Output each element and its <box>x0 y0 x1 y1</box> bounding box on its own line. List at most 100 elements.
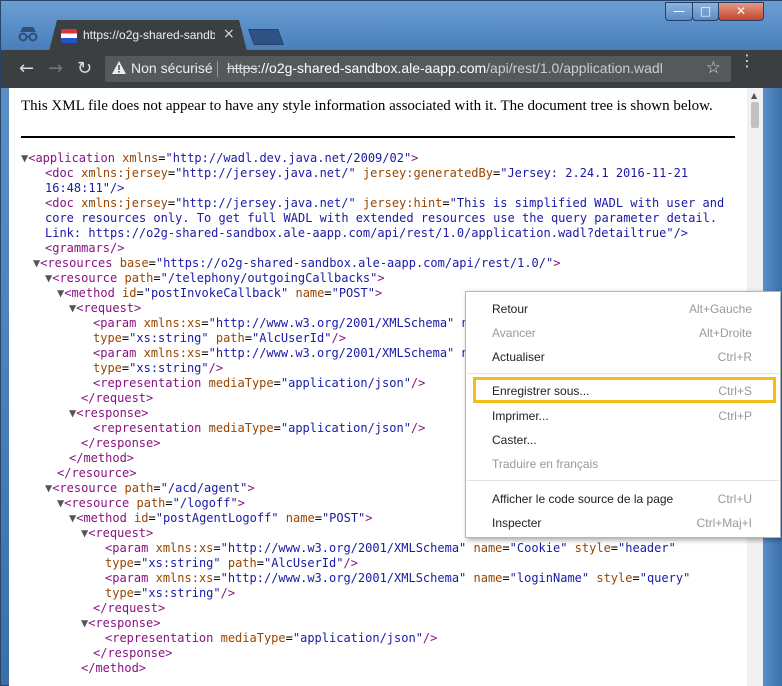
xml-line-text: <param xmlns:xs="http://www.w3.org/2001/… <box>93 316 469 330</box>
close-window-button[interactable]: ✕ <box>718 2 764 21</box>
forward-icon[interactable]: → <box>48 58 63 79</box>
xml-line-text: <representation mediaType="application/j… <box>105 631 438 645</box>
xml-line-text: <resource path="/logoff"> <box>64 496 245 510</box>
xml-line: core resources only. To get full WADL wi… <box>21 211 724 226</box>
xml-line: <param xmlns:xs="http://www.w3.org/2001/… <box>21 571 724 586</box>
xml-line: </response> <box>21 646 724 661</box>
xml-line-text: <representation mediaType="application/j… <box>93 376 426 390</box>
xml-info-message: This XML file does not appear to have an… <box>21 98 713 114</box>
new-tab-button[interactable] <box>248 29 284 45</box>
xml-line-text: </request> <box>93 601 166 615</box>
xml-line-text: <request> <box>76 301 142 315</box>
xml-line-text: <resource path="/acd/agent"> <box>52 481 255 495</box>
tab-active[interactable]: https://o2g-shared-sandbox × <box>49 20 247 51</box>
xml-line-text: <application xmlns="http://wadl.dev.java… <box>28 151 419 165</box>
xml-line: 16:48:11"/> <box>21 181 724 196</box>
xml-line-text: type="xs:string" path="AlcUserId"/> <box>105 556 358 570</box>
xml-line: </request> <box>21 601 724 616</box>
context-menu-shortcut: Ctrl+Maj+I <box>696 516 752 530</box>
context-menu-item: Avancer <box>492 326 536 340</box>
xml-line-text: </method> <box>81 661 147 675</box>
incognito-icon <box>18 27 38 42</box>
toolbar: ← → ↻ Non sécurisé https://o2g-shared-sa… <box>1 50 782 88</box>
xml-line-text: <param xmlns:xs="http://www.w3.org/2001/… <box>105 541 676 555</box>
context-menu-item[interactable]: Actualiser <box>492 350 545 364</box>
context-menu-item[interactable]: Caster... <box>492 433 537 447</box>
context-menu-item: Traduire en français <box>492 457 599 471</box>
xml-line-text: type="xs:string"/> <box>93 361 224 375</box>
xml-line-text: <method id="postAgentLogoff" name="POST"… <box>76 511 373 525</box>
xml-line-text: <resources base="https://o2g-shared-sand… <box>40 256 561 270</box>
minimize-button[interactable]: — <box>665 2 693 21</box>
context-menu-shortcut: Ctrl+S <box>718 384 752 398</box>
xml-line: Link: https://o2g-shared-sandbox.ale-aap… <box>21 226 724 241</box>
xml-line: ▼<application xmlns="http://wadl.dev.jav… <box>21 151 724 166</box>
xml-line-text: <representation mediaType="application/j… <box>93 421 426 435</box>
context-menu-shortcut: Ctrl+P <box>718 409 752 423</box>
xml-line: ▼<resources base="https://o2g-shared-san… <box>21 256 724 271</box>
xml-line: <representation mediaType="application/j… <box>21 631 724 646</box>
scrollbar-thumb[interactable] <box>751 102 759 128</box>
maximize-button[interactable]: □ <box>692 2 719 21</box>
context-menu-separator <box>467 373 779 374</box>
context-menu-item[interactable]: Retour <box>492 302 528 316</box>
xml-line: </method> <box>21 661 724 676</box>
tab-strip: https://o2g-shared-sandbox × — □ ✕ <box>1 1 782 51</box>
context-menu-separator <box>467 480 779 481</box>
chrome-menu-icon[interactable]: ⋮ <box>739 53 755 69</box>
url-path: /api/rest/1.0/application.wadl <box>486 60 663 76</box>
xml-line-text: <response> <box>76 406 149 420</box>
xml-line-text: 16:48:11"/> <box>45 181 125 195</box>
context-menu-shortcut: Alt+Droite <box>698 326 752 340</box>
context-menu-shortcut: Ctrl+U <box>717 492 752 506</box>
reload-icon[interactable]: ↻ <box>77 58 92 79</box>
bookmark-star-icon[interactable]: ☆ <box>706 58 721 78</box>
xml-line: ▼<response> <box>21 616 724 631</box>
xml-line: <param xmlns:xs="http://www.w3.org/2001/… <box>21 541 724 556</box>
url-text[interactable]: https://o2g-shared-sandbox.ale-aapp.com/… <box>227 60 663 76</box>
warning-icon[interactable] <box>111 60 127 76</box>
xml-line-text: <param xmlns:xs="http://www.w3.org/2001/… <box>105 571 691 585</box>
xml-line-text: <param xmlns:xs="http://www.w3.org/2001/… <box>93 346 469 360</box>
url-host: ://o2g-shared-sandbox.ale-aapp.com <box>257 60 487 76</box>
xml-line-text: </method> <box>69 451 135 465</box>
tab-title: https://o2g-shared-sandbox <box>83 28 215 42</box>
xml-line-text: </response> <box>81 436 161 450</box>
context-menu-item[interactable]: Inspecter <box>492 516 541 530</box>
browser-window: https://o2g-shared-sandbox × — □ ✕ ← → ↻… <box>0 0 782 686</box>
xml-line-text: <doc xmlns:jersey="http://jersey.java.ne… <box>45 196 725 210</box>
tab-close-icon[interactable]: × <box>223 26 235 42</box>
favicon-icon <box>61 29 77 43</box>
xml-line-text: Link: https://o2g-shared-sandbox.ale-aap… <box>45 226 689 240</box>
context-menu-shortcut: Ctrl+R <box>717 350 752 364</box>
omnibox-divider <box>217 61 218 77</box>
context-menu-item[interactable]: Imprimer... <box>492 409 549 423</box>
scroll-up-icon[interactable]: ▲ <box>751 91 757 100</box>
context-menu: Retour Alt+Gauche Avancer Alt+Droite Actuali… <box>465 291 781 538</box>
xml-line-text: <resource path="/telephony/outgoingCallb… <box>52 271 385 285</box>
menu-dots: ⋮ <box>739 51 755 70</box>
xml-line-text: <method id="postInvokeCallback" name="PO… <box>64 286 383 300</box>
xml-line-text: </response> <box>93 646 173 660</box>
security-label[interactable]: Non sécurisé <box>131 60 213 76</box>
xml-line-text: core resources only. To get full WADL wi… <box>45 211 718 225</box>
context-menu-item[interactable]: Afficher le code source de la page <box>492 492 673 506</box>
back-icon[interactable]: ← <box>19 58 34 79</box>
xml-line-text: </request> <box>81 391 154 405</box>
divider <box>21 136 735 138</box>
xml-line: <doc xmlns:jersey="http://jersey.java.ne… <box>21 166 724 181</box>
xml-line: ▼<resource path="/telephony/outgoingCall… <box>21 271 724 286</box>
context-menu-item[interactable]: Enregistrer sous... <box>492 384 589 398</box>
context-menu-shortcut: Alt+Gauche <box>688 302 752 316</box>
xml-line-text: type="xs:string"/> <box>105 586 236 600</box>
xml-line-text: <grammars/> <box>45 241 125 255</box>
xml-line: <doc xmlns:jersey="http://jersey.java.ne… <box>21 196 724 211</box>
address-bar[interactable]: Non sécurisé https://o2g-shared-sandbox.… <box>105 56 731 82</box>
xml-line-text: <doc xmlns:jersey="http://jersey.java.ne… <box>45 166 689 180</box>
xml-line-text: <response> <box>88 616 161 630</box>
xml-line-text: </resource> <box>57 466 137 480</box>
xml-line: <grammars/> <box>21 241 724 256</box>
xml-line-text: type="xs:string" path="AlcUserId"/> <box>93 331 346 345</box>
xml-line: type="xs:string"/> <box>21 586 724 601</box>
xml-line-text: <request> <box>88 526 154 540</box>
